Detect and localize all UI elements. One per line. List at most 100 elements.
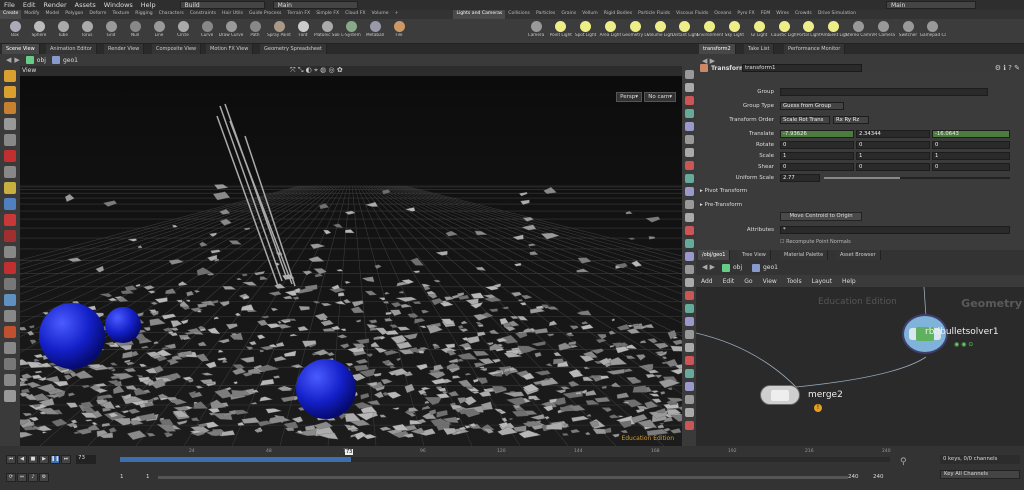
- display-option-icon[interactable]: [684, 109, 694, 118]
- group-type-menu[interactable]: Guess from Group: [780, 102, 844, 110]
- shelf-tab[interactable]: Oceans: [711, 10, 734, 19]
- persp-menu[interactable]: Persp▾: [616, 92, 642, 102]
- shelf-tool[interactable]: Spot Light: [573, 19, 599, 44]
- rotation-order-menu[interactable]: Rx Ry Rz: [833, 116, 869, 124]
- shelf-tab[interactable]: Grains: [558, 10, 579, 19]
- display-option-icon[interactable]: [684, 135, 694, 144]
- tool-icon[interactable]: [4, 358, 16, 370]
- scale-z-field[interactable]: 1: [932, 152, 1010, 160]
- viewport-canvas[interactable]: [20, 76, 682, 446]
- scale-x-field[interactable]: 1: [780, 152, 854, 160]
- shelf-tool[interactable]: Torus: [74, 19, 100, 44]
- path-obj[interactable]: obj: [37, 57, 46, 64]
- tool-icon[interactable]: [4, 86, 16, 98]
- shelf-tool[interactable]: Path: [242, 19, 268, 44]
- display-option-icon[interactable]: [684, 291, 694, 300]
- shelf-tool[interactable]: Tube: [50, 19, 76, 44]
- menu-assets[interactable]: Assets: [71, 1, 100, 9]
- shelf-tab[interactable]: Characters: [156, 10, 187, 19]
- rotate-z-field[interactable]: 0: [932, 141, 1010, 149]
- frame-field[interactable]: 73: [76, 455, 96, 464]
- shelf-tool[interactable]: Sky Light: [721, 19, 747, 44]
- shelf-tab[interactable]: Guide Process: [246, 10, 284, 19]
- shelf-tab[interactable]: Model: [43, 10, 63, 19]
- shelf-tool[interactable]: Camera: [523, 19, 549, 44]
- current-frame-marker[interactable]: 73: [345, 449, 354, 455]
- shelf-tool[interactable]: Distant Light: [672, 19, 698, 44]
- menu-edit[interactable]: Edit: [19, 1, 40, 9]
- display-option-icon[interactable]: [684, 278, 694, 287]
- tab-tree-view[interactable]: Tree View: [738, 250, 771, 260]
- shelf-tool[interactable]: Caustic Light: [771, 19, 797, 44]
- shelf-tool[interactable]: Curve: [194, 19, 220, 44]
- pre-transform-folder[interactable]: ▸ Pre-Transform: [700, 202, 742, 208]
- display-option-icon[interactable]: [684, 343, 694, 352]
- end-frame-field[interactable]: 240: [848, 474, 859, 480]
- display-option-icon[interactable]: [684, 200, 694, 209]
- tool-icon[interactable]: [4, 246, 16, 258]
- menu-file[interactable]: File: [0, 1, 19, 9]
- network-view[interactable]: Education Edition Geometry rbdbulletsolv…: [696, 287, 1024, 446]
- shelf-tool[interactable]: Geometry Light: [622, 19, 648, 44]
- tool-icon[interactable]: [4, 214, 16, 226]
- shelf-tool[interactable]: L-System: [338, 19, 364, 44]
- uniform-scale-slider[interactable]: [824, 177, 1010, 179]
- net-menu-go[interactable]: Go: [739, 278, 757, 285]
- menu-render[interactable]: Render: [39, 1, 70, 9]
- net-menu-view[interactable]: View: [758, 278, 782, 285]
- camera-menu[interactable]: No cam▾: [644, 92, 676, 102]
- display-option-icon[interactable]: [684, 356, 694, 365]
- path-geo[interactable]: geo1: [63, 57, 78, 64]
- translate-z-field[interactable]: -16.0643: [932, 130, 1010, 138]
- shelf-tool[interactable]: Box: [2, 19, 28, 44]
- shelf-tool[interactable]: Environment Light: [697, 19, 723, 44]
- shelf-tool[interactable]: VR Camera: [870, 19, 896, 44]
- display-option-icon[interactable]: [684, 369, 694, 378]
- shelf-tab[interactable]: Volume: [369, 10, 392, 19]
- shelf-tool[interactable]: Point Light: [548, 19, 574, 44]
- desktop-dropdown[interactable]: Build: [179, 1, 265, 9]
- tab-animation-editor[interactable]: Animation Editor: [46, 44, 97, 54]
- display-option-icon[interactable]: [684, 421, 694, 430]
- tab-performance-monitor[interactable]: Performance Monitor: [784, 44, 846, 54]
- menu-help[interactable]: Help: [137, 1, 160, 9]
- tool-icon[interactable]: [4, 182, 16, 194]
- display-option-icon[interactable]: [684, 330, 694, 339]
- tool-icon[interactable]: [4, 230, 16, 242]
- shelf-tab[interactable]: Rigging: [132, 10, 155, 19]
- shelf-tab[interactable]: Hair Utils: [219, 10, 246, 19]
- tool-icon[interactable]: [4, 294, 16, 306]
- display-option-icon[interactable]: [684, 408, 694, 417]
- tool-icon[interactable]: [4, 374, 16, 386]
- stop-button[interactable]: ■: [28, 455, 38, 464]
- scene-viewport[interactable]: Persp▾ No cam▾ Education Edition: [20, 76, 682, 446]
- display-option-icon[interactable]: [684, 304, 694, 313]
- shelf-tab[interactable]: Vellum: [579, 10, 601, 19]
- right-context-dropdown[interactable]: Main: [886, 1, 976, 9]
- display-option-icon[interactable]: [684, 148, 694, 157]
- move-centroid-button[interactable]: Move Centroid to Origin: [780, 212, 862, 221]
- shelf-tool[interactable]: Volume Light: [647, 19, 673, 44]
- jump-start-button[interactable]: ⏮: [6, 455, 16, 464]
- key-all-channels-button[interactable]: Key All Channels: [940, 470, 1020, 479]
- shelf-tab[interactable]: Collisions: [505, 10, 533, 19]
- net-menu-help[interactable]: Help: [837, 278, 861, 285]
- shelf-tool[interactable]: GI Light: [746, 19, 772, 44]
- shelf-tab[interactable]: Wires: [773, 10, 792, 19]
- tab-motion-fx-view[interactable]: Motion FX View: [206, 44, 254, 54]
- shelf-tab[interactable]: Cloud FX: [342, 10, 368, 19]
- tool-icon[interactable]: [4, 390, 16, 402]
- shelf-tool[interactable]: Switcher: [895, 19, 921, 44]
- shelf-tool[interactable]: Metaball: [362, 19, 388, 44]
- tool-icon[interactable]: [4, 70, 16, 82]
- shelf-tab[interactable]: Modify: [21, 10, 42, 19]
- shelf-tool[interactable]: Sphere: [26, 19, 52, 44]
- net-menu-edit[interactable]: Edit: [718, 278, 740, 285]
- realtime-toggle[interactable]: ⟳: [6, 473, 16, 482]
- display-option-icon[interactable]: [684, 252, 694, 261]
- merge2-node[interactable]: [760, 385, 800, 405]
- shelf-tool[interactable]: Spray Paint: [266, 19, 292, 44]
- display-option-icon[interactable]: [684, 161, 694, 170]
- display-option-icon[interactable]: [684, 96, 694, 105]
- shelf-tab[interactable]: Texture: [109, 10, 132, 19]
